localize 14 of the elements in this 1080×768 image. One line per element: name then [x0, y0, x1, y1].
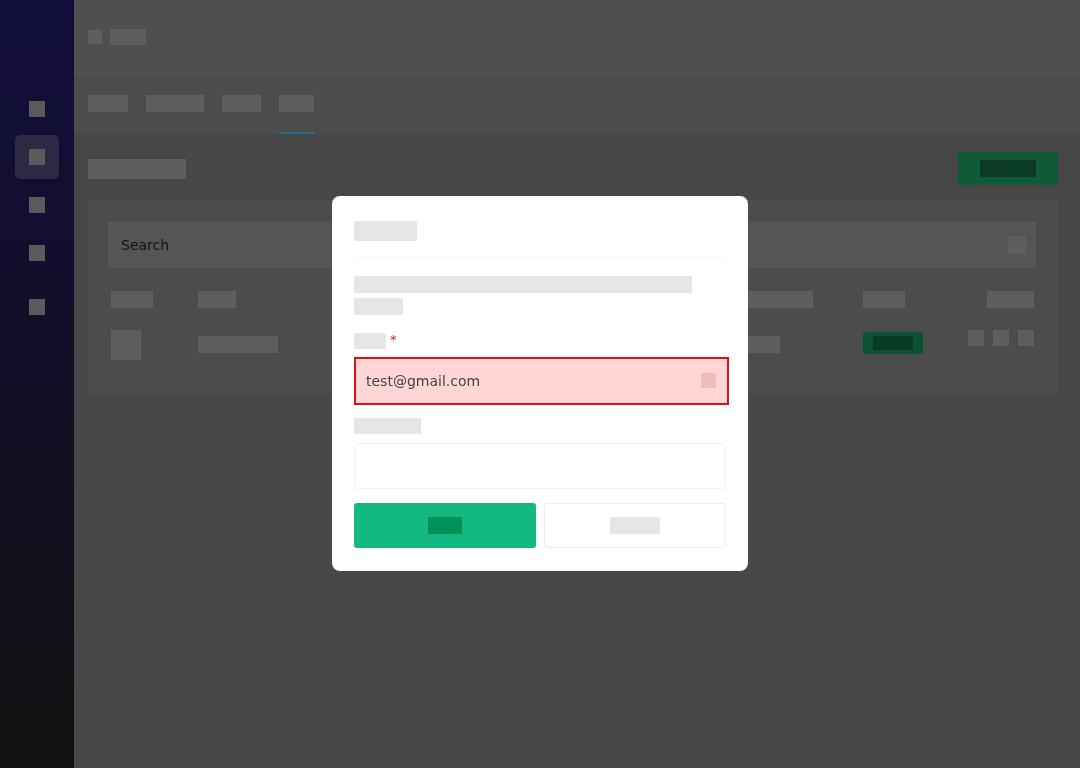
field-icon [701, 373, 716, 388]
add-button[interactable] [958, 152, 1058, 185]
status-badge [863, 332, 923, 354]
redacted-text [354, 298, 403, 315]
redacted-text [354, 333, 386, 349]
redacted-text [747, 336, 780, 353]
confirm-button[interactable] [354, 503, 536, 548]
cancel-button[interactable] [544, 503, 726, 548]
email-field[interactable]: test@gmail.com [354, 357, 729, 405]
required-mark: * [390, 333, 397, 346]
redacted-text [354, 221, 417, 241]
redacted-text [747, 290, 813, 308]
redacted-text [354, 418, 421, 434]
nav-item[interactable] [15, 135, 59, 179]
